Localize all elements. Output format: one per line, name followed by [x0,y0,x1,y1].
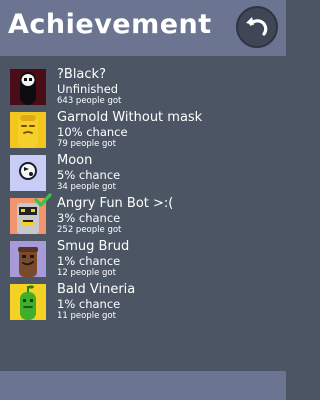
vineria-character-icon [10,284,46,320]
footer-bar [0,371,286,400]
brud-character-icon [10,241,46,277]
achievement-got-count: 79 people got [57,139,116,149]
achievement-chance: 1% chance [57,254,121,268]
achievement-got-count: 11 people got [57,311,116,321]
achievement-chance: Unfinished [57,82,119,96]
back-arrow-icon [246,17,268,36]
achievement-item[interactable]: Smug Brud 1% chance 12 people got [10,238,276,278]
back-button[interactable] [236,6,278,48]
achievement-item[interactable]: Garnold Without mask 10% chance 79 peopl… [10,109,276,149]
garnold-character-icon [10,112,46,148]
achievement-name: ?Black? [57,67,106,82]
achievement-chance: 10% chance [57,125,128,139]
achievement-name: Angry Fun Bot >:( [57,196,174,211]
achievement-chance: 5% chance [57,168,121,182]
moon-character-icon [10,155,46,191]
achievement-name: Moon [57,153,93,168]
achievement-chance: 3% chance [57,211,121,225]
achievement-got-count: 34 people got [57,182,116,192]
achievement-name: Garnold Without mask [57,110,203,125]
achievement-item[interactable]: Moon 5% chance 34 people got [10,152,276,192]
achievement-name: Bald Vineria [57,282,136,297]
achievement-chance: 1% chance [57,297,121,311]
achievement-got-count: 252 people got [57,225,122,235]
achievement-item[interactable]: Angry Fun Bot >:( 3% chance 252 people g… [10,193,276,235]
completed-check-icon [34,193,52,207]
page-title: Achievement [8,9,212,40]
header-bar: Achievement [0,0,286,56]
achievement-got-count: 643 people got [57,96,122,106]
achievement-got-count: 12 people got [57,268,116,278]
achievement-item[interactable]: ?Black? Unfinished 643 people got [10,66,276,106]
achievement-item[interactable]: Bald Vineria 1% chance 11 people got [10,281,276,321]
achievement-list[interactable]: ?Black? Unfinished 643 people got Garnol… [0,62,286,370]
black-character-icon [10,69,46,105]
achievement-name: Smug Brud [57,239,130,254]
